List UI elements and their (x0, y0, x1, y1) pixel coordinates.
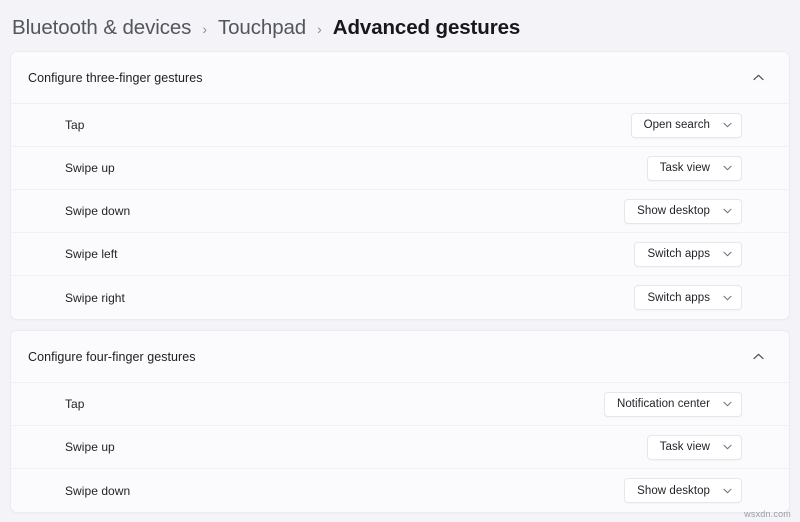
watermark: wsxdn.com (744, 509, 791, 519)
section-title: Configure three-finger gestures (28, 70, 203, 85)
section-header-three-finger-gestures[interactable]: Configure three-finger gestures (11, 52, 789, 104)
dropdown-selected-value: Show desktop (637, 205, 710, 217)
dropdown-selected-value: Open search (643, 119, 710, 131)
dropdown-selected-value: Notification center (617, 398, 710, 410)
chevron-up-icon[interactable] (745, 344, 771, 370)
gesture-action-dropdown-tap[interactable]: Notification center (604, 391, 742, 417)
gesture-label: Tap (65, 397, 85, 411)
chevron-down-icon (720, 484, 734, 498)
gesture-label: Swipe up (65, 440, 115, 454)
chevron-down-icon (720, 118, 734, 132)
gesture-action-dropdown-swipe-up[interactable]: Task view (646, 155, 742, 181)
gesture-label: Swipe up (65, 161, 115, 175)
breadcrumb: Bluetooth & devices › Touchpad › Advance… (0, 0, 800, 42)
page-title: Advanced gestures (332, 15, 521, 39)
breadcrumb-separator-icon: › (202, 20, 207, 37)
table-row: Swipe left Switch apps (11, 233, 789, 276)
gesture-label: Swipe down (65, 483, 131, 498)
chevron-down-icon (720, 397, 734, 411)
chevron-down-icon (720, 291, 734, 305)
section-header-four-finger-gestures[interactable]: Configure four-finger gestures (11, 331, 789, 383)
gesture-label: Swipe down (65, 204, 131, 218)
gesture-action-dropdown-swipe-down[interactable]: Show desktop (624, 478, 742, 503)
chevron-up-icon[interactable] (745, 65, 771, 91)
gesture-label: Swipe right (65, 290, 125, 305)
section-card-four-finger-gestures: Configure four-finger gestures Tap Notif… (10, 330, 790, 513)
dropdown-selected-value: Task view (659, 162, 710, 174)
table-row: Swipe up Task view (11, 426, 789, 469)
gesture-label: Tap (65, 118, 85, 132)
chevron-down-icon (720, 440, 734, 454)
table-row: Swipe right Switch apps (11, 276, 789, 319)
table-row: Swipe down Show desktop (11, 469, 789, 512)
table-row: Swipe down Show desktop (11, 190, 789, 233)
table-row: Tap Open search (11, 104, 789, 147)
dropdown-selected-value: Switch apps (647, 291, 710, 304)
chevron-down-icon (720, 204, 734, 218)
section-title: Configure four-finger gestures (28, 349, 196, 364)
dropdown-selected-value: Switch apps (647, 248, 710, 260)
gesture-label: Swipe left (65, 247, 118, 261)
dropdown-selected-value: Task view (659, 441, 710, 453)
gesture-action-dropdown-swipe-down[interactable]: Show desktop (624, 198, 742, 224)
breadcrumb-separator-icon: › (317, 20, 322, 37)
breadcrumb-item-touchpad[interactable]: Touchpad (218, 16, 306, 40)
gesture-action-dropdown-swipe-left[interactable]: Switch apps (634, 241, 742, 267)
dropdown-selected-value: Show desktop (637, 484, 710, 497)
chevron-down-icon (720, 247, 734, 261)
gesture-action-dropdown-tap[interactable]: Open search (630, 112, 742, 138)
table-row: Swipe up Task view (11, 147, 789, 190)
gesture-action-dropdown-swipe-right[interactable]: Switch apps (634, 285, 742, 310)
table-row: Tap Notification center (11, 383, 789, 426)
settings-content: Configure three-finger gestures Tap Open… (0, 42, 800, 513)
chevron-down-icon (720, 161, 734, 175)
section-card-three-finger-gestures: Configure three-finger gestures Tap Open… (10, 51, 790, 320)
gesture-action-dropdown-swipe-up[interactable]: Task view (646, 434, 742, 460)
breadcrumb-item-bluetooth-and-devices[interactable]: Bluetooth & devices (12, 16, 191, 40)
